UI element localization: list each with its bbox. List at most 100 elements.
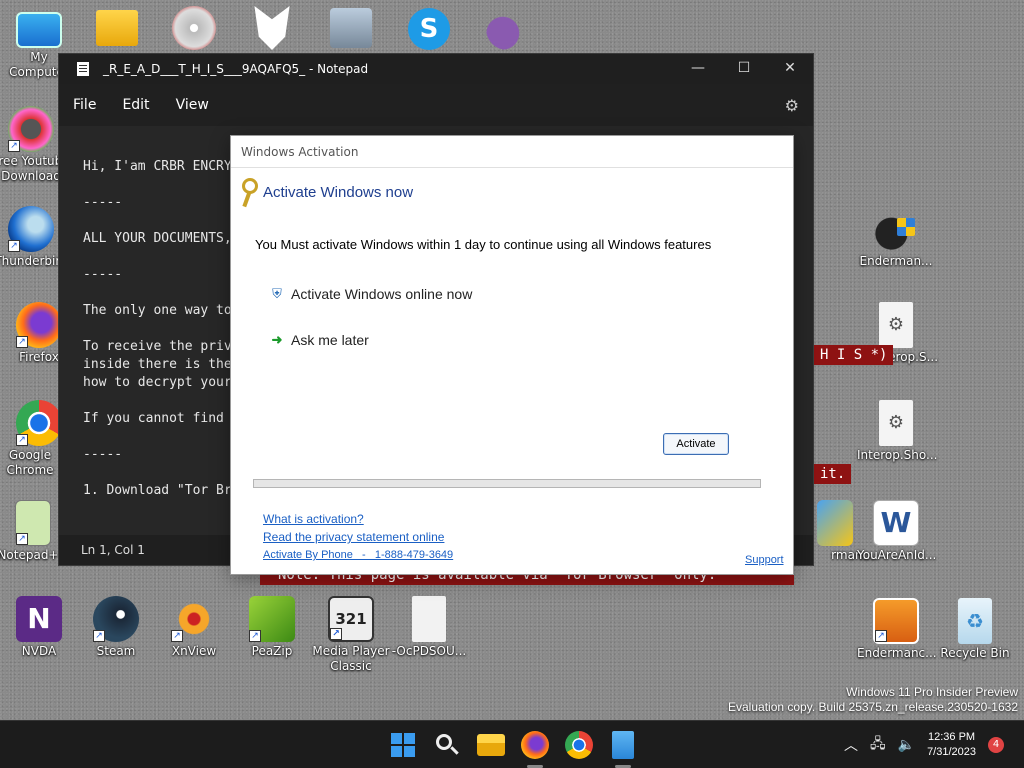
activate-online-label: Activate Windows online now [291, 286, 473, 302]
minimize-button[interactable]: — [683, 60, 713, 76]
notepad-plus-plus-icon: ↗ [15, 500, 51, 546]
notepad-menubar: File Edit View [59, 84, 813, 126]
desktop-icon-interop-file[interactable]: ⚙ Interop.Sho... [857, 400, 938, 463]
desktop-icon-label: NVDA [21, 644, 57, 658]
privacy-statement-link[interactable]: Read the privacy statement online [263, 530, 444, 544]
activate-online-option[interactable]: ⛨ Activate Windows online now [269, 286, 472, 302]
desktop-icon-xnview[interactable]: ↗ XnView [155, 596, 233, 659]
activation-dialog[interactable]: Windows Activation Activate Windows now … [230, 135, 794, 575]
notification-badge[interactable]: 4 [988, 737, 1004, 753]
menu-view[interactable]: View [176, 97, 209, 113]
close-button[interactable]: ✕ [775, 60, 805, 76]
desktop-icon-nvda[interactable]: N NVDA [0, 596, 78, 659]
shortcut-arrow-icon: ↗ [8, 140, 20, 152]
search-icon[interactable] [433, 731, 461, 759]
dialog-title: Windows Activation [241, 144, 359, 159]
dialog-titlebar[interactable]: Windows Activation [231, 136, 793, 168]
shield-icon: ⛨ [272, 286, 282, 301]
shortcut-arrow-icon: ↗ [16, 533, 28, 545]
shortcut-arrow-icon: ↗ [16, 336, 28, 348]
steam-icon: ↗ [93, 596, 139, 642]
monitor-icon [16, 12, 62, 48]
clock-date: 7/31/2023 [927, 746, 976, 758]
maximize-button[interactable]: ☐ [729, 60, 759, 76]
ransom-highlight-strip: it. [814, 464, 852, 484]
firefox-icon: ↗ [16, 302, 62, 348]
desktop-icon-skype[interactable]: S [408, 8, 450, 50]
support-link[interactable]: Support [745, 554, 784, 566]
start-button[interactable] [389, 731, 417, 759]
desktop-icon-label: PeaZip [251, 644, 293, 658]
ask-later-option[interactable]: ➜ Ask me later [269, 332, 369, 348]
keys-icon [233, 176, 263, 208]
file-explorer-icon[interactable] [477, 734, 505, 756]
menu-edit[interactable]: Edit [122, 97, 149, 113]
desktop-icon-label: Endermanc... [857, 646, 937, 660]
what-is-activation-link[interactable]: What is activation? [263, 512, 364, 526]
word-doc-icon: W [873, 500, 919, 546]
desktop-icon-label: Interop.Sho... [857, 448, 938, 462]
network-icon[interactable]: 🖧 [870, 733, 886, 757]
desktop-icon-lock-monitor[interactable] [330, 8, 372, 48]
desktop-icon-enderman-bomb[interactable]: Enderman... [857, 206, 935, 269]
clock[interactable]: 12:36 PM 7/31/2023 [927, 730, 976, 760]
desktop-icon-youareanidiot-doc[interactable]: W YouAreAnId... [857, 500, 937, 563]
desktop-icon-media-player-classic[interactable]: 321 ↗ Media Player Classic [312, 596, 390, 674]
desktop-icon-steam[interactable]: ↗ Steam [77, 596, 155, 659]
chrome-taskbar-icon[interactable] [565, 731, 593, 759]
notepad-taskbar-icon[interactable] [612, 731, 634, 759]
desktop-icon-label: XnView [171, 644, 217, 658]
desktop-icon-folder[interactable] [96, 10, 138, 46]
shortcut-arrow-icon: ↗ [16, 434, 28, 446]
settings-gear-icon[interactable]: ⚙ [785, 96, 799, 115]
green-arrow-icon: ➜ [271, 332, 283, 347]
dialog-message: You Must activate Windows within 1 day t… [255, 237, 712, 252]
bomb-icon [873, 206, 919, 252]
activate-by-phone-link[interactable]: Activate By Phone - 1-888-479-3649 [263, 549, 453, 561]
menu-file[interactable]: File [73, 97, 96, 113]
settings-file-icon: ⚙ [879, 400, 913, 446]
windows-doc-icon [817, 500, 853, 546]
desktop-icon-label: -OcPDSOU... [391, 644, 467, 658]
desktop-icon-label: Google Chrome [6, 448, 54, 477]
peazip-icon: ↗ [249, 596, 295, 642]
youtube-download-icon: ↗ [8, 106, 54, 152]
shortcut-arrow-icon: ↗ [249, 630, 261, 642]
desktop-icon-recycle-bin[interactable]: ♻ Recycle Bin [936, 598, 1014, 661]
desktop-icon-pidgin[interactable] [486, 8, 528, 50]
nvda-icon: N [16, 596, 62, 642]
xnview-icon: ↗ [171, 596, 217, 642]
video-file-icon: ↗ [873, 598, 919, 644]
ask-later-label: Ask me later [291, 332, 369, 348]
notepad-title: _R_E_A_D___T_H_I_S___9AQAFQ5_ - Notepad [103, 62, 369, 76]
watermark-line1: Windows 11 Pro Insider Preview [846, 685, 1018, 699]
desktop-icon-fox[interactable] [254, 6, 290, 50]
desktop-icon-disc-burner[interactable] [172, 6, 216, 50]
ransom-highlight-strip: H I S *) [814, 345, 894, 365]
dialog-heading: Activate Windows now [263, 183, 414, 201]
shortcut-arrow-icon: ↗ [330, 628, 342, 640]
desktop-icon-endermanch-video[interactable]: ↗ Endermanc... [857, 598, 937, 661]
system-tray: ︿ 🖧 🔈 12:36 PM 7/31/2023 4 [844, 721, 1024, 768]
shortcut-arrow-icon: ↗ [875, 630, 887, 642]
desktop-icon-label: Enderman... [859, 254, 933, 268]
desktop-icon-peazip[interactable]: ↗ PeaZip [233, 596, 311, 659]
chevron-up-icon[interactable]: ︿ [844, 735, 858, 755]
desktop-icon-ocpdsou-file[interactable]: -OcPDSOU... [390, 596, 468, 659]
volume-icon[interactable]: 🔈 [898, 737, 915, 753]
recycle-bin-icon: ♻ [958, 598, 992, 644]
firefox-taskbar-icon[interactable] [521, 731, 549, 759]
shortcut-arrow-icon: ↗ [8, 240, 20, 252]
desktop-icon-label: YouAreAnId... [857, 548, 937, 562]
settings-file-icon: ⚙ [879, 302, 913, 348]
watermark-line2: Evaluation copy. Build 25375.zn_release.… [728, 700, 1018, 714]
desktop-icon-label: Media Player Classic [312, 644, 390, 673]
media-player-icon: 321 ↗ [328, 596, 374, 642]
chrome-icon: ↗ [16, 400, 62, 446]
shortcut-arrow-icon: ↗ [171, 630, 183, 642]
desktop-icon-label: Steam [96, 644, 136, 658]
taskbar: ︿ 🖧 🔈 12:36 PM 7/31/2023 4 [0, 720, 1024, 768]
dialog-heading-row: Activate Windows now [231, 176, 413, 208]
activation-progress-bar [253, 479, 761, 488]
activate-button[interactable]: Activate [663, 433, 729, 455]
